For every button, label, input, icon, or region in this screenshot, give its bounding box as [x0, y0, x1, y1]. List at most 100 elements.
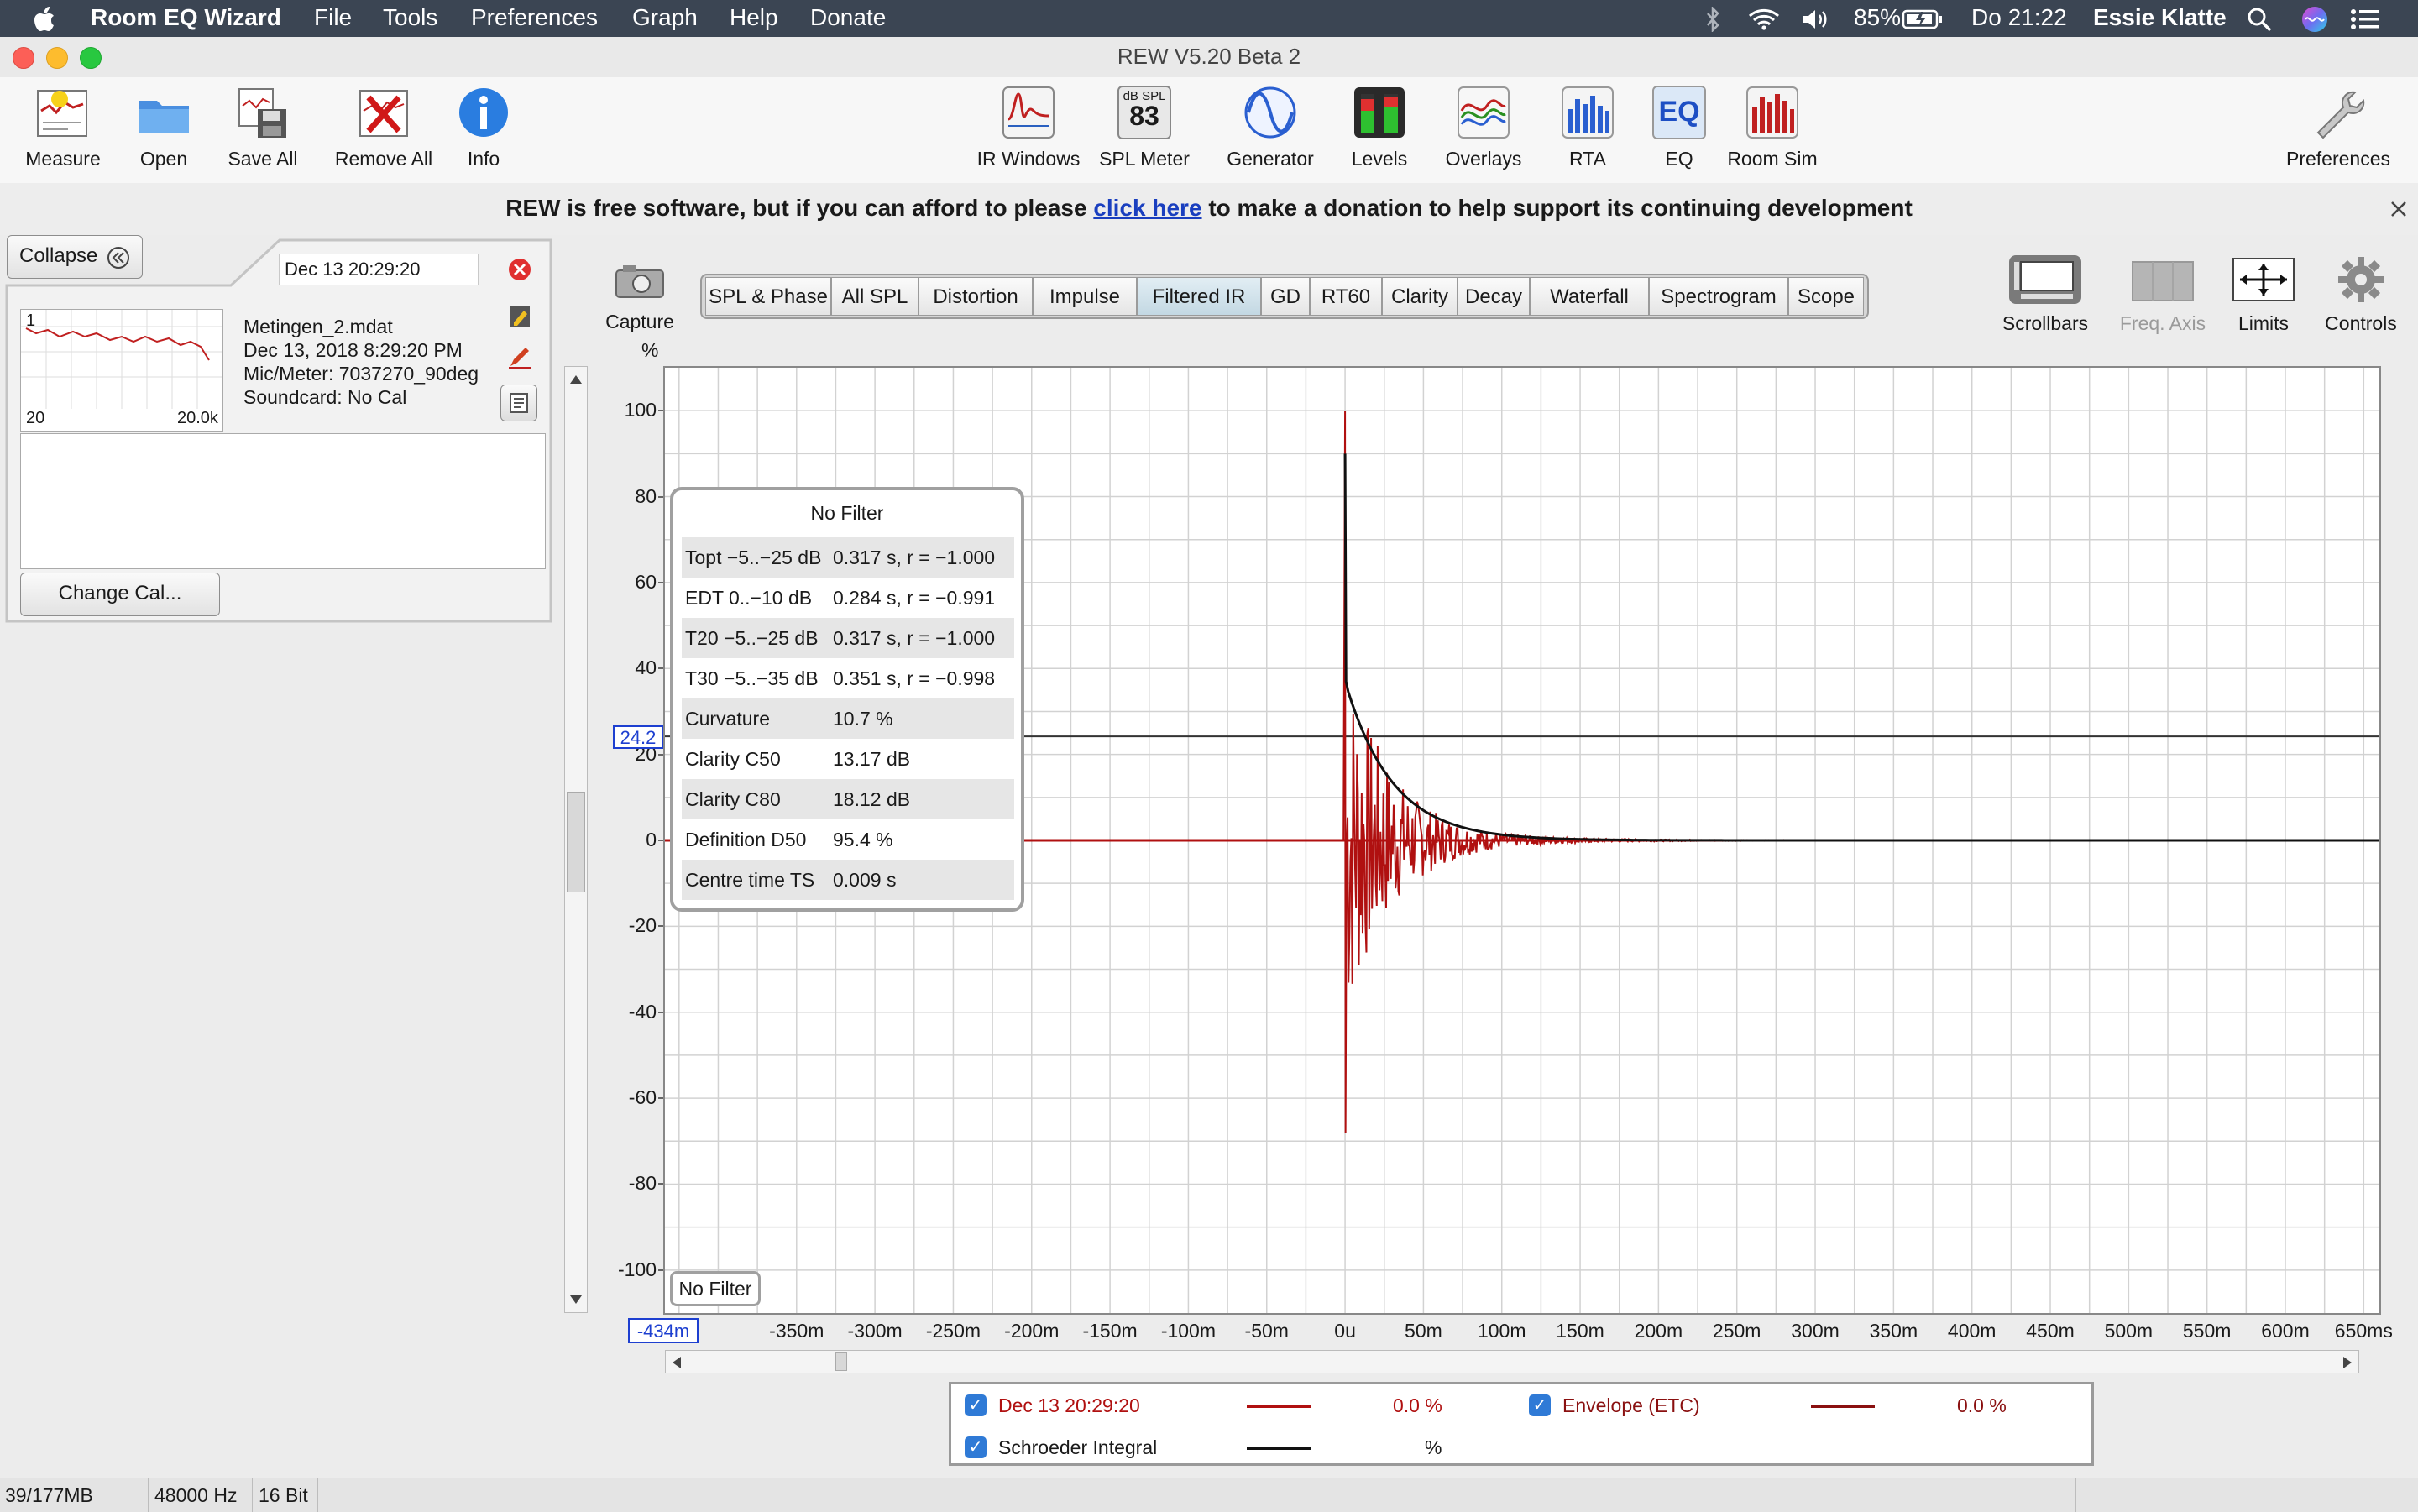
- result-metric: EDT 0..−10 dB: [685, 587, 813, 609]
- save-all-button[interactable]: Save All: [208, 86, 317, 170]
- edit-notes-icon[interactable]: [507, 304, 532, 329]
- measurement-soundcard: Soundcard: No Cal: [243, 386, 407, 408]
- memory-usage: 39/177MB: [0, 1478, 149, 1512]
- delete-measurement-icon[interactable]: [507, 257, 532, 282]
- freq-axis-button[interactable]: Freq. Axis: [2104, 254, 2222, 335]
- legend-value-schroeder: %: [1425, 1436, 1442, 1458]
- limits-arrows-icon: [2232, 258, 2295, 301]
- tab-spectrogram[interactable]: Spectrogram: [1649, 277, 1788, 316]
- x-tick-label: -350m: [769, 1320, 824, 1342]
- menu-preferences[interactable]: Preferences: [471, 4, 598, 31]
- tab-scope[interactable]: Scope: [1788, 277, 1864, 316]
- preferences-button[interactable]: Preferences: [2284, 86, 2393, 170]
- menu-help[interactable]: Help: [730, 4, 778, 31]
- battery-icon[interactable]: [1902, 8, 1943, 30]
- volume-icon[interactable]: [1802, 8, 1832, 30]
- sample-rate: 48000 Hz: [149, 1478, 253, 1512]
- controls-button[interactable]: Controls: [2312, 254, 2410, 335]
- result-value: 0.317 s, r = −1.000: [833, 547, 996, 568]
- info-panel-button[interactable]: [500, 385, 537, 421]
- legend-checkbox-measurement[interactable]: ✓: [965, 1394, 987, 1416]
- donation-banner: REW is free software, but if you can aff…: [0, 183, 2418, 235]
- ir-windows-icon: [1002, 86, 1055, 139]
- room-sim-button[interactable]: Room Sim: [1718, 86, 1827, 170]
- horizontal-scrollbar[interactable]: [665, 1350, 2359, 1373]
- legend-checkbox-schroeder[interactable]: ✓: [965, 1436, 987, 1458]
- measure-icon: [36, 86, 90, 139]
- user-name[interactable]: Essie Klatte: [2093, 4, 2227, 31]
- notes-area[interactable]: [20, 433, 546, 569]
- levels-button[interactable]: Levels: [1325, 86, 1434, 170]
- overlays-button[interactable]: Overlays: [1429, 86, 1538, 170]
- menu-file[interactable]: File: [314, 4, 352, 31]
- scrollbars-button[interactable]: Scrollbars: [1986, 254, 2104, 335]
- vertical-scroll-thumb[interactable]: [567, 792, 585, 892]
- results-panel: No Filter Topt −5..−25 dB 0.317 s, r = −1…: [670, 487, 1024, 912]
- window-title: REW V5.20 Beta 2: [1117, 44, 1301, 69]
- wifi-icon[interactable]: [1748, 8, 1780, 30]
- menu-tools[interactable]: Tools: [383, 4, 437, 31]
- bluetooth-icon[interactable]: [1704, 7, 1721, 32]
- spl-meter-button[interactable]: dB SPL 83 SPL Meter: [1090, 86, 1199, 170]
- clock[interactable]: Do 21:22: [1971, 4, 2067, 31]
- thumb-min-freq: 20: [26, 409, 45, 427]
- result-metric: T30 −5..−35 dB: [685, 667, 819, 689]
- menu-donate[interactable]: Donate: [810, 4, 886, 31]
- legend-checkbox-envelope[interactable]: ✓: [1529, 1394, 1551, 1416]
- remove-all-button[interactable]: Remove All: [329, 86, 438, 170]
- close-banner-icon[interactable]: [2389, 200, 2408, 218]
- rta-icon: [1561, 86, 1615, 139]
- generator-button[interactable]: Generator: [1216, 86, 1325, 170]
- tab-rt60[interactable]: RT60: [1310, 277, 1382, 316]
- x-tick-label: 500m: [2104, 1320, 2154, 1342]
- measure-button[interactable]: Measure: [8, 86, 118, 170]
- result-metric: Curvature: [685, 708, 770, 730]
- horizontal-scroll-thumb[interactable]: [835, 1352, 847, 1371]
- donation-link[interactable]: click here: [1093, 195, 1201, 221]
- spl-meter-icon: dB SPL 83: [1117, 86, 1171, 139]
- pen-icon[interactable]: [507, 344, 532, 369]
- tab-waterfall[interactable]: Waterfall: [1530, 277, 1649, 316]
- measurement-entry[interactable]: 1 20 20.0k Metingen_2.mdat Dec 13, 2018 …: [15, 304, 556, 447]
- tab-impulse[interactable]: Impulse: [1033, 277, 1137, 316]
- limits-button[interactable]: Limits: [2222, 254, 2305, 335]
- y-tick-label: 60: [635, 570, 657, 593]
- legend-line-envelope: [1811, 1405, 1875, 1408]
- y-tick-label: 40: [635, 657, 657, 679]
- notification-center-icon[interactable]: [2351, 8, 2379, 30]
- series-schroeder-integral: [1343, 453, 2380, 842]
- change-cal-button[interactable]: Change Cal...: [20, 573, 220, 616]
- room-sim-icon: [1745, 86, 1799, 139]
- tab-filtered-ir[interactable]: Filtered IR: [1137, 277, 1261, 316]
- tab-distortion[interactable]: Distortion: [919, 277, 1033, 316]
- open-button[interactable]: Open: [109, 86, 218, 170]
- ir-windows-button[interactable]: IR Windows: [974, 86, 1083, 170]
- y-axis-unit: %: [641, 339, 659, 361]
- legend-value-envelope: 0.0 %: [1957, 1394, 2007, 1416]
- menu-graph[interactable]: Graph: [632, 4, 698, 31]
- legend-value-measurement: 0.0 %: [1393, 1394, 1442, 1416]
- x-tick-label: 50m: [1405, 1320, 1442, 1342]
- apple-icon[interactable]: [34, 7, 55, 32]
- tab-all-spl[interactable]: All SPL: [831, 277, 919, 316]
- capture-button[interactable]: Capture: [598, 260, 682, 333]
- tab-spl-phase[interactable]: SPL & Phase: [705, 277, 831, 316]
- tab-clarity[interactable]: Clarity: [1382, 277, 1458, 316]
- x-tick-label: 100m: [1477, 1320, 1526, 1342]
- measurement-name-field[interactable]: Dec 13 20:29:20: [279, 254, 479, 285]
- info-button[interactable]: Info: [429, 86, 538, 170]
- tab-decay[interactable]: Decay: [1458, 277, 1530, 316]
- measurement-date: Dec 13, 2018 8:29:20 PM: [243, 339, 463, 361]
- app-menu[interactable]: Room EQ Wizard: [91, 4, 281, 31]
- vertical-scrollbar[interactable]: [564, 366, 588, 1313]
- siri-icon[interactable]: [2301, 6, 2328, 33]
- tab-gd[interactable]: GD: [1261, 277, 1310, 316]
- info-icon: [457, 86, 510, 139]
- x-tick-label: -300m: [847, 1320, 903, 1342]
- window-title-bar: REW V5.20 Beta 2: [0, 37, 2418, 78]
- result-metric: Topt −5..−25 dB: [685, 547, 822, 568]
- bit-depth: 16 Bit: [254, 1478, 318, 1512]
- x-tick-label: -100m: [1160, 1320, 1217, 1342]
- cursor-x-readout: -434m: [628, 1318, 699, 1343]
- spotlight-search-icon[interactable]: [2247, 7, 2272, 32]
